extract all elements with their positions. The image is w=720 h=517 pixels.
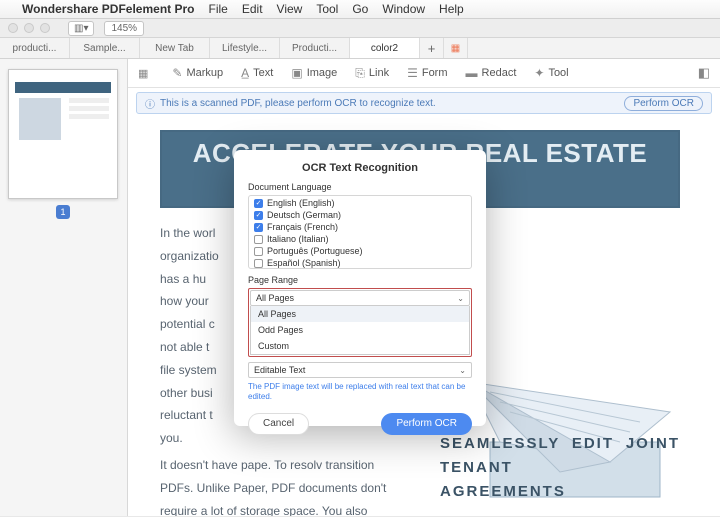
tab-doc-active[interactable]: color2 [350, 38, 420, 58]
ocr-notice-text: This is a scanned PDF, please perform OC… [160, 98, 436, 109]
panel-toggle-icon[interactable]: ◧ [698, 65, 710, 81]
close-icon[interactable] [8, 23, 18, 33]
ocr-dialog: OCR Text Recognition Document Language ✓… [234, 150, 486, 426]
thumbnail-sidebar: 1 [0, 59, 128, 516]
perform-ocr-pill[interactable]: Perform OCR [624, 96, 703, 111]
checkbox-icon[interactable] [254, 235, 263, 244]
tool-menu[interactable]: ✦Tool [534, 66, 568, 80]
page-range-label: Page Range [248, 275, 472, 285]
doc-subhead: SEAMLESSLY EDIT JOINT TENANT AGREEMENTS [440, 432, 680, 504]
menu-help[interactable]: Help [439, 2, 464, 16]
redact-tool[interactable]: ▬Redact [466, 66, 517, 80]
app-name[interactable]: Wondershare PDFelement Pro [22, 2, 195, 16]
menu-view[interactable]: View [277, 2, 303, 16]
lang-option[interactable]: ✓English (English) [249, 197, 471, 209]
checkbox-icon[interactable]: ✓ [254, 223, 263, 232]
checkbox-icon[interactable]: ✓ [254, 199, 263, 208]
form-tool[interactable]: ☰Form [407, 66, 447, 80]
menu-edit[interactable]: Edit [242, 2, 263, 16]
output-mode-hint: The PDF image text will be replaced with… [248, 382, 472, 403]
page-range-dropdown: All Pages Odd Pages Custom [250, 306, 470, 355]
menu-file[interactable]: File [209, 2, 228, 16]
chevron-down-icon: ⌄ [457, 294, 464, 303]
page-thumbnail[interactable] [8, 69, 118, 199]
markup-tool[interactable]: ✎Markup [172, 66, 223, 80]
tab-doc[interactable]: Lifestyle... [210, 38, 280, 58]
lang-option[interactable]: ✓Français (French) [249, 221, 471, 233]
lang-option[interactable]: ✓Deutsch (German) [249, 209, 471, 221]
page-range-select[interactable]: All Pages ⌄ [250, 290, 470, 306]
main-toolbar: ▦ ✎Markup A̲Text ▣Image ⎘Link ☰Form ▬Red… [128, 59, 720, 88]
tab-doc[interactable]: Sample... [70, 38, 140, 58]
image-tool[interactable]: ▣Image [291, 66, 337, 80]
lang-option[interactable]: Português (Portuguese) [249, 245, 471, 257]
lang-option[interactable]: Español (Spanish) [249, 257, 471, 269]
window-titlebar: ▥▾ 145% [0, 19, 720, 38]
ocr-notice-banner: ⓘ This is a scanned PDF, please perform … [136, 92, 712, 114]
pen-icon: ✎ [172, 66, 182, 80]
page-number-badge: 1 [56, 205, 70, 219]
image-icon: ▣ [291, 66, 302, 80]
link-tool[interactable]: ⎘Link [355, 66, 389, 81]
toolbox-icon: ✦ [534, 66, 544, 80]
language-list[interactable]: ✓English (English) ✓Deutsch (German) ✓Fr… [248, 195, 472, 269]
range-option[interactable]: Custom [251, 338, 469, 354]
add-tab-button[interactable]: + [420, 38, 444, 58]
form-icon: ☰ [407, 66, 418, 80]
app-grid-icon[interactable]: ▦ [444, 38, 468, 58]
tab-doc[interactable]: producti... [0, 38, 70, 58]
view-grid-icon[interactable]: ▦ [138, 67, 148, 80]
info-icon: ⓘ [145, 96, 155, 111]
page-range-select-highlight: All Pages ⌄ All Pages Odd Pages Custom [248, 288, 472, 357]
tab-doc[interactable]: Producti... [280, 38, 350, 58]
checkbox-icon[interactable] [254, 247, 263, 256]
zoom-level[interactable]: 145% [104, 21, 144, 36]
fullscreen-icon[interactable] [40, 23, 50, 33]
range-option[interactable]: Odd Pages [251, 322, 469, 338]
menu-tool[interactable]: Tool [316, 2, 338, 16]
minimize-icon[interactable] [24, 23, 34, 33]
tab-doc[interactable]: New Tab [140, 38, 210, 58]
text-tool[interactable]: A̲Text [241, 66, 273, 80]
lang-section-label: Document Language [248, 182, 472, 192]
cancel-button[interactable]: Cancel [248, 413, 309, 435]
document-tabs: producti... Sample... New Tab Lifestyle.… [0, 38, 720, 59]
checkbox-icon[interactable]: ✓ [254, 211, 263, 220]
dialog-title: OCR Text Recognition [248, 162, 472, 174]
sidebar-toggle-icon[interactable]: ▥▾ [68, 21, 94, 36]
macos-menubar: Wondershare PDFelement Pro File Edit Vie… [0, 0, 720, 19]
link-icon: ⎘ [355, 66, 365, 81]
text-icon: A̲ [241, 66, 249, 80]
perform-ocr-button[interactable]: Perform OCR [381, 413, 472, 435]
lang-option[interactable]: Italiano (Italian) [249, 233, 471, 245]
output-mode-select[interactable]: Editable Text ⌄ [248, 362, 472, 378]
menu-go[interactable]: Go [352, 2, 368, 16]
range-option[interactable]: All Pages [251, 306, 469, 322]
checkbox-icon[interactable] [254, 259, 263, 268]
chevron-down-icon: ⌄ [459, 366, 466, 375]
menu-window[interactable]: Window [382, 2, 425, 16]
redact-icon: ▬ [466, 66, 478, 80]
